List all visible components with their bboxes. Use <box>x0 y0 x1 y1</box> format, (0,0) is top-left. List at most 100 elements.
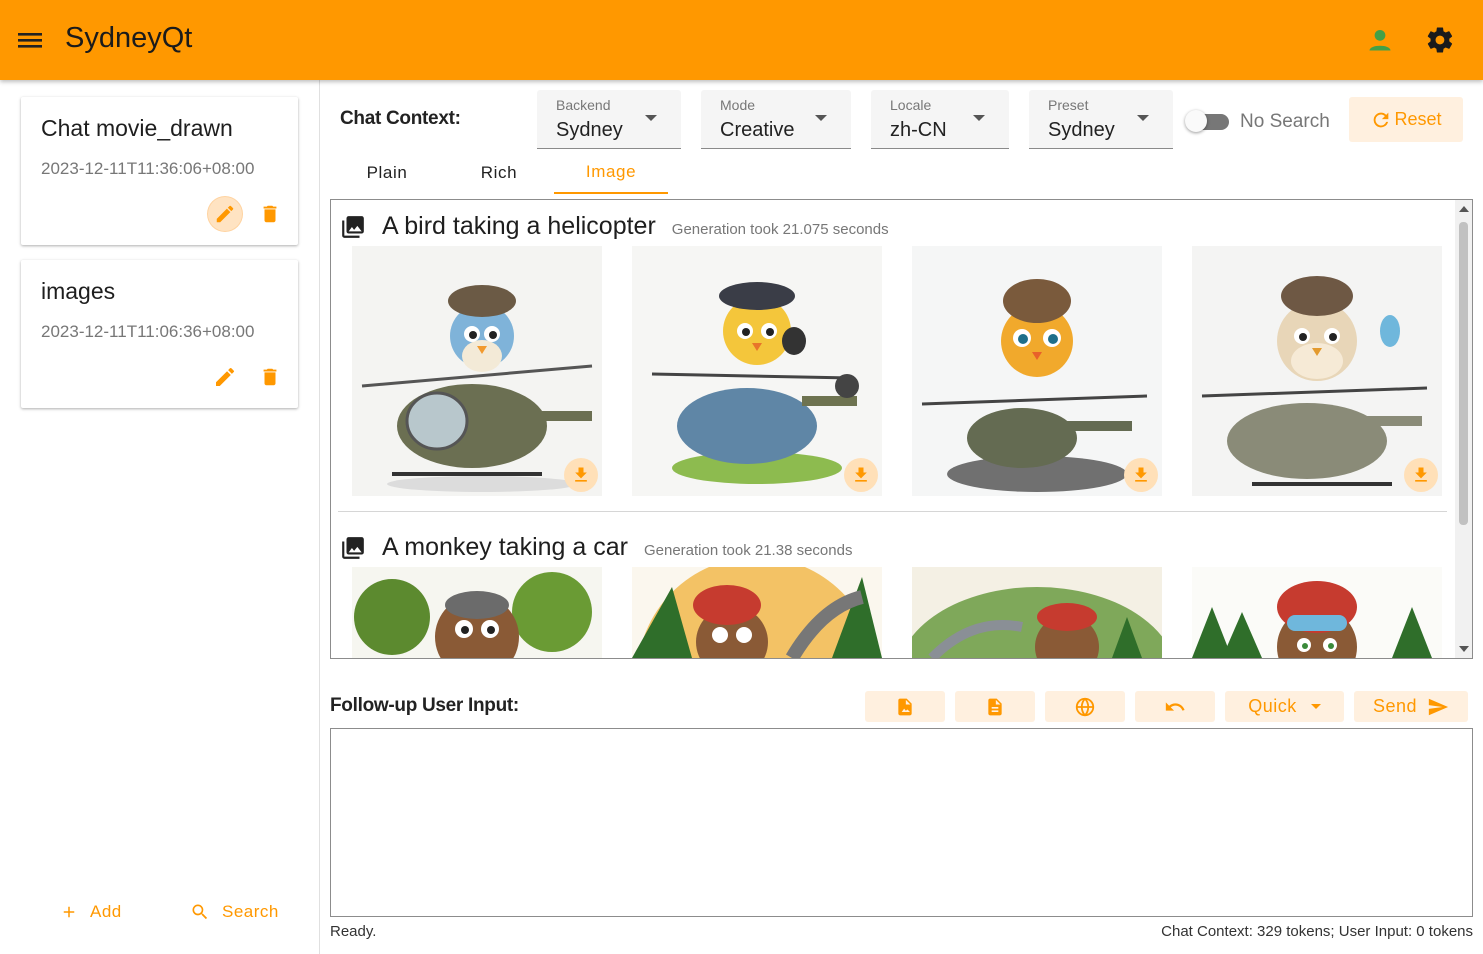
generated-image[interactable] <box>632 567 882 658</box>
monkey-car-image <box>912 567 1162 658</box>
generated-image[interactable] <box>1192 246 1442 496</box>
generated-image[interactable] <box>912 567 1162 658</box>
reset-label: Reset <box>1394 109 1442 129</box>
monkey-car-image <box>1192 567 1442 658</box>
tab-plain[interactable]: Plain <box>337 152 437 194</box>
preset-select[interactable]: Preset Sydney <box>1029 90 1173 149</box>
document-icon <box>988 698 1002 715</box>
followup-input[interactable] <box>331 729 1472 916</box>
chevron-down-icon <box>1310 704 1321 709</box>
send-button[interactable]: Send <box>1354 691 1468 722</box>
select-label: Locale <box>890 97 932 113</box>
edit-chat-button[interactable] <box>208 360 242 394</box>
download-image-button[interactable] <box>1124 458 1158 492</box>
chat-name: Chat movie_drawn <box>41 115 233 141</box>
user-icon[interactable] <box>1366 26 1394 54</box>
send-icon <box>1428 698 1449 715</box>
gallery-icon <box>342 215 364 238</box>
chevron-down-icon <box>1137 115 1149 121</box>
gallery-icon <box>342 536 364 559</box>
download-image-button[interactable] <box>844 458 878 492</box>
generation-duration: Generation took 21.38 seconds <box>643 542 853 559</box>
app-window: SydneyQt Chat movie_drawn 2023-12-11T11:… <box>0 0 1483 954</box>
generation-duration: Generation took 21.075 seconds <box>671 221 889 238</box>
no-search-toggle[interactable] <box>1185 110 1229 132</box>
chat-sidebar: Chat movie_drawn 2023-12-11T11:36:06+08:… <box>0 80 320 954</box>
chat-name: images <box>41 278 116 304</box>
globe-icon <box>1075 696 1095 717</box>
tab-rich[interactable]: Rich <box>449 152 549 194</box>
tab-image[interactable]: Image <box>554 152 668 194</box>
bird-helicopter-image <box>912 246 1162 496</box>
select-label: Backend <box>556 97 611 113</box>
top-app-bar: SydneyQt <box>0 0 1483 80</box>
upload-document-button[interactable] <box>955 691 1035 722</box>
chat-card[interactable]: Chat movie_drawn 2023-12-11T11:36:06+08:… <box>21 97 298 245</box>
scroll-thumb[interactable] <box>1459 222 1468 525</box>
select-value: Creative <box>720 119 795 141</box>
chat-card[interactable]: images 2023-12-11T11:06:36+08:00 <box>21 260 298 408</box>
web-page-button[interactable] <box>1045 691 1125 722</box>
delete-chat-button[interactable] <box>253 197 287 231</box>
edit-chat-button[interactable] <box>208 197 242 231</box>
generated-image[interactable] <box>912 246 1162 496</box>
select-value: Sydney <box>556 119 623 141</box>
menu-icon[interactable] <box>18 28 42 52</box>
delete-chat-button[interactable] <box>253 360 287 394</box>
revoke-button[interactable] <box>1135 691 1215 722</box>
download-image-button[interactable] <box>564 458 598 492</box>
chat-timestamp: 2023-12-11T11:36:06+08:00 <box>41 159 255 178</box>
gear-icon[interactable] <box>1425 25 1455 55</box>
backend-select[interactable]: Backend Sydney <box>537 90 681 149</box>
pencil-icon <box>216 367 235 386</box>
locale-select[interactable]: Locale zh-CN <box>871 90 1009 149</box>
image-panel-scrollbar[interactable] <box>1455 200 1472 658</box>
download-icon <box>855 467 867 482</box>
plus-icon <box>63 906 75 918</box>
add-chat-label: Add <box>90 902 122 921</box>
generated-image[interactable] <box>352 567 602 658</box>
trash-icon <box>263 205 277 223</box>
toggle-knob <box>1185 110 1207 132</box>
bird-helicopter-image <box>632 246 882 496</box>
app-title: SydneyQt <box>65 22 193 54</box>
search-icon <box>192 904 208 920</box>
bird-helicopter-image <box>1192 246 1442 496</box>
upload-image-button[interactable] <box>865 691 945 722</box>
reset-button[interactable]: Reset <box>1349 97 1463 142</box>
generation-prompt: A bird taking a helicopter <box>382 212 656 240</box>
no-search-label: No Search <box>1240 111 1330 132</box>
generation-prompt: A monkey taking a car <box>382 533 628 561</box>
generation-divider <box>338 511 1447 512</box>
chevron-down-icon <box>645 115 657 121</box>
download-icon <box>1415 467 1427 482</box>
scroll-up-icon[interactable] <box>1459 206 1469 212</box>
send-label: Send <box>1372 696 1418 716</box>
scroll-down-icon[interactable] <box>1459 646 1469 652</box>
search-chats-button[interactable]: Search <box>190 902 279 922</box>
select-label: Mode <box>720 97 756 113</box>
status-text: Ready. <box>330 923 377 940</box>
generation-header: A monkey taking a car Generation took 21… <box>340 533 852 562</box>
bird-helicopter-image <box>352 246 602 496</box>
generated-image[interactable] <box>632 246 882 496</box>
search-chats-label: Search <box>222 902 279 921</box>
refresh-icon <box>1374 112 1389 127</box>
generated-image[interactable] <box>352 246 602 496</box>
add-chat-button[interactable]: Add <box>60 902 122 922</box>
add-image-icon <box>898 698 912 715</box>
pencil-icon <box>216 205 234 223</box>
mode-select[interactable]: Mode Creative <box>701 90 851 149</box>
generated-image[interactable] <box>1192 567 1442 658</box>
image-results-panel[interactable]: A bird taking a helicopter Generation to… <box>330 199 1473 659</box>
select-value: zh-CN <box>890 119 947 141</box>
chevron-down-icon <box>815 115 827 121</box>
followup-label: Follow-up User Input: <box>330 695 519 716</box>
token-count: Chat Context: 329 tokens; User Input: 0 … <box>1161 923 1473 940</box>
monkey-car-image <box>352 567 602 658</box>
chevron-down-icon <box>973 115 985 121</box>
quick-menu-button[interactable]: Quick <box>1225 691 1344 722</box>
followup-input-box[interactable] <box>330 728 1473 917</box>
download-image-button[interactable] <box>1404 458 1438 492</box>
download-icon <box>575 467 587 482</box>
